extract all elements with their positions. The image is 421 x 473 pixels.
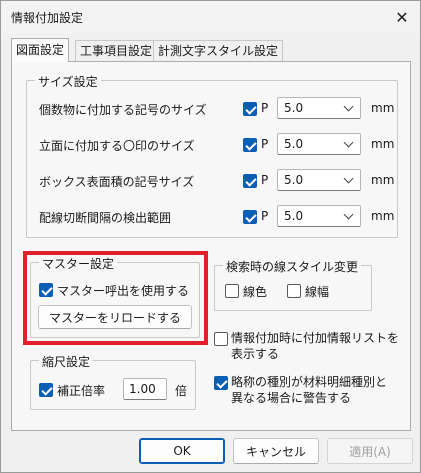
line-color-label: 線色 bbox=[243, 285, 268, 299]
warn-type-mismatch-label-line1: 略称の種別が材料明細種別と bbox=[231, 375, 388, 389]
window-title: 情報付加設定 bbox=[11, 11, 84, 25]
correction-label: 補正倍率 bbox=[57, 384, 106, 398]
tab-measure-text-style-settings[interactable]: 計測文字スタイル設定 bbox=[153, 40, 284, 62]
line-width-label: 線幅 bbox=[305, 285, 330, 299]
size-row-unit: mm bbox=[371, 137, 395, 151]
size-row-check-label: P bbox=[261, 101, 269, 115]
scale-settings-group: 縮尺設定 補正倍率 1.00 倍 bbox=[30, 353, 196, 410]
tab-work-item-settings[interactable]: 工事項目設定 bbox=[75, 40, 158, 62]
correction-checkbox[interactable] bbox=[39, 383, 53, 397]
size-row-unit: mm bbox=[371, 173, 395, 187]
size-row-label: 立面に付加する〇印のサイズ bbox=[39, 139, 195, 153]
combo-value: 5.0 bbox=[284, 173, 304, 187]
size-row-check-label: P bbox=[261, 209, 269, 223]
size-row-check-label: P bbox=[261, 173, 269, 187]
size-row-checkbox[interactable] bbox=[243, 210, 257, 224]
show-info-list-label-line1: 情報付加時に付加情報リストを bbox=[231, 331, 400, 345]
correction-value-input[interactable]: 1.00 bbox=[123, 378, 167, 400]
tab-drawing-settings[interactable]: 図面設定 bbox=[11, 38, 70, 62]
size-row-combo[interactable]: 5.0 bbox=[277, 169, 361, 191]
show-info-list-checkbox[interactable] bbox=[214, 332, 228, 346]
annotation-highlight bbox=[23, 251, 208, 345]
cancel-button[interactable]: キャンセル bbox=[233, 438, 319, 464]
size-row-label: ボックス表面積の記号サイズ bbox=[39, 175, 195, 189]
correction-unit: 倍 bbox=[175, 384, 188, 398]
chevron-down-icon bbox=[343, 209, 354, 220]
combo-value: 5.0 bbox=[284, 209, 304, 223]
size-row-unit: mm bbox=[371, 101, 395, 115]
line-color-checkbox[interactable] bbox=[225, 284, 239, 298]
title-bar: 情報付加設定 ✕ bbox=[1, 1, 420, 33]
close-button[interactable]: ✕ bbox=[384, 1, 420, 33]
size-row-combo[interactable]: 5.0 bbox=[277, 97, 361, 119]
close-icon: ✕ bbox=[395, 7, 409, 27]
chevron-down-icon bbox=[343, 101, 354, 112]
size-row-checkbox[interactable] bbox=[243, 102, 257, 116]
search-style-group: 検索時の線スタイル変更 線色 線幅 bbox=[214, 258, 372, 311]
size-row-check-label: P bbox=[261, 137, 269, 151]
size-row-unit: mm bbox=[371, 209, 395, 223]
combo-value: 5.0 bbox=[284, 137, 304, 151]
warn-type-mismatch-label-line2: 異なる場合に警告する bbox=[231, 391, 352, 405]
size-row-label: 配線切断間隔の検出範囲 bbox=[39, 211, 172, 225]
size-row-label: 個数物に付加する記号のサイズ bbox=[39, 103, 207, 117]
scale-settings-title: 縮尺設定 bbox=[39, 353, 94, 370]
search-style-title: 検索時の線スタイル変更 bbox=[223, 258, 362, 275]
ok-button[interactable]: OK bbox=[139, 438, 225, 464]
size-row-combo[interactable]: 5.0 bbox=[277, 133, 361, 155]
show-info-list-label-line2: 表示する bbox=[231, 347, 280, 361]
warn-type-mismatch-checkbox[interactable] bbox=[214, 376, 228, 390]
size-settings-title: サイズ設定 bbox=[35, 73, 101, 90]
combo-value: 5.0 bbox=[284, 101, 304, 115]
size-row-combo[interactable]: 5.0 bbox=[277, 205, 361, 227]
chevron-down-icon bbox=[343, 137, 354, 148]
dialog-window: 情報付加設定 ✕ 図面設定 工事項目設定 計測文字スタイル設定 サイズ設定 個数… bbox=[0, 0, 421, 473]
line-width-checkbox[interactable] bbox=[287, 284, 301, 298]
apply-button[interactable]: 適用(A) bbox=[327, 438, 413, 464]
size-row-checkbox[interactable] bbox=[243, 138, 257, 152]
chevron-down-icon bbox=[343, 173, 354, 184]
size-row-checkbox[interactable] bbox=[243, 174, 257, 188]
tab-panel: サイズ設定 個数物に付加する記号のサイズ P 5.0 mm 立面に付加する〇印の… bbox=[11, 61, 411, 431]
size-settings-group: サイズ設定 個数物に付加する記号のサイズ P 5.0 mm 立面に付加する〇印の… bbox=[26, 73, 398, 238]
